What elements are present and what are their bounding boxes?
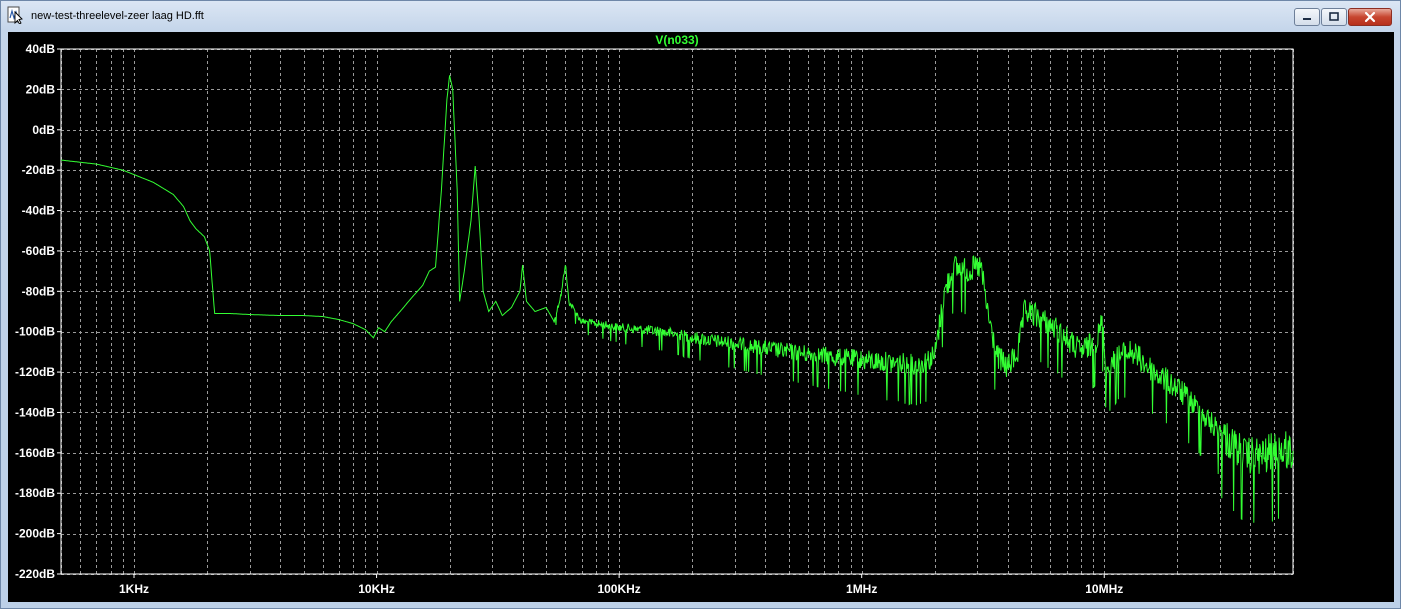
fft-plot[interactable]: V(n033) 40dB 20dB 0dB -20dB -40dB -60dB -80dB -…	[8, 32, 1394, 602]
minimize-icon	[1303, 18, 1311, 20]
title-bar[interactable]: new-test-threelevel-zeer laag HD.fft	[1, 1, 1400, 31]
y-tick-label: -100dB	[15, 325, 55, 339]
y-axis[interactable]: 40dB 20dB 0dB -20dB -40dB -60dB -80dB -100dB -12…	[15, 42, 61, 581]
maximize-button[interactable]	[1321, 8, 1347, 26]
x-axis[interactable]: 1KHz 10KHz 100KHz 1MHz 10MHz	[119, 574, 1123, 596]
window-controls	[1294, 8, 1392, 26]
x-tick-label: 10KHz	[358, 582, 395, 596]
close-icon	[1364, 11, 1376, 23]
y-tick-label: -180dB	[15, 486, 55, 500]
trace-line	[61, 75, 1294, 523]
x-tick-label: 100KHz	[597, 582, 640, 596]
plot-pane[interactable]: V(n033) 40dB 20dB 0dB -20dB -40dB -60dB -80dB -…	[8, 32, 1394, 602]
maximize-icon	[1329, 12, 1339, 21]
y-tick-label: -20dB	[22, 163, 56, 177]
y-tick-label: 40dB	[26, 42, 56, 56]
y-tick-label: -60dB	[22, 244, 56, 258]
x-tick-label: 1KHz	[119, 582, 149, 596]
close-button[interactable]	[1348, 8, 1392, 26]
y-tick-label: 20dB	[26, 82, 56, 96]
trace-label[interactable]: V(n033)	[655, 33, 698, 47]
y-tick-label: -140dB	[15, 405, 55, 419]
minimize-button[interactable]	[1294, 8, 1320, 26]
x-tick-label: 10MHz	[1085, 582, 1123, 596]
y-tick-label: -40dB	[22, 204, 56, 218]
plot-grid	[61, 49, 1294, 575]
waveform-window: new-test-threelevel-zeer laag HD.fft V(n…	[0, 0, 1401, 609]
y-tick-label: -220dB	[15, 567, 55, 581]
window-title: new-test-threelevel-zeer laag HD.fft	[31, 10, 204, 22]
y-tick-label: -200dB	[15, 527, 55, 541]
y-tick-label: -80dB	[22, 284, 56, 298]
plot-border	[60, 48, 1294, 575]
y-tick-label: -120dB	[15, 365, 55, 379]
traces	[61, 75, 1294, 523]
x-tick-label: 1MHz	[846, 582, 877, 596]
ltspice-waveform-icon[interactable]	[7, 6, 23, 24]
y-tick-label: 0dB	[32, 123, 55, 137]
y-tick-label: -160dB	[15, 446, 55, 460]
